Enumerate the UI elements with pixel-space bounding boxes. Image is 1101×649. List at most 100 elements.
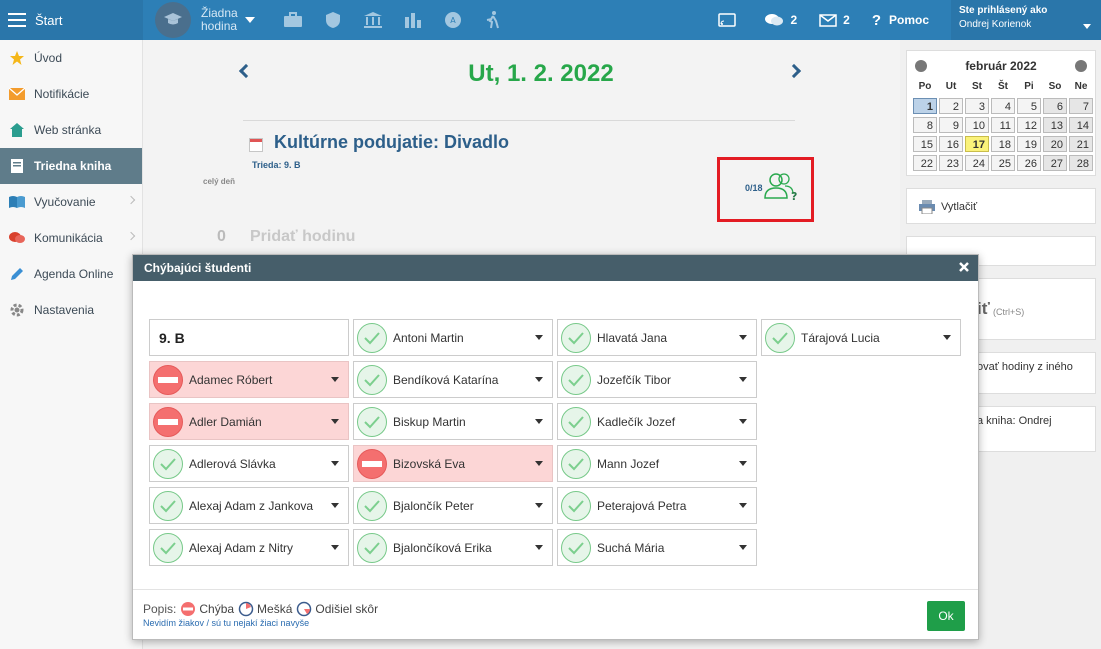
calendar-day[interactable]: 11: [991, 117, 1015, 133]
calendar-day[interactable]: 12: [1017, 117, 1041, 133]
present-check-icon[interactable]: [153, 448, 183, 479]
help-button[interactable]: ? Pomoc: [872, 12, 929, 29]
present-check-icon[interactable]: [357, 364, 387, 395]
present-check-icon[interactable]: [561, 490, 591, 521]
student-cell[interactable]: Bizovská Eva: [353, 445, 553, 482]
user-menu[interactable]: Ste prihlásený ako Ondrej Korienok: [951, 0, 1101, 40]
present-check-icon[interactable]: [357, 406, 387, 437]
absent-icon[interactable]: [153, 364, 183, 395]
calendar-day[interactable]: 10: [965, 117, 989, 133]
student-cell[interactable]: Bjalončík Peter: [353, 487, 553, 524]
present-check-icon[interactable]: [357, 322, 387, 353]
calendar-day[interactable]: 27: [1043, 155, 1067, 171]
bar-chart-icon[interactable]: [393, 0, 433, 40]
calendar-day[interactable]: 28: [1069, 155, 1093, 171]
chevron-down-icon[interactable]: [331, 503, 339, 508]
calendar-day[interactable]: 25: [991, 155, 1015, 171]
calendar-day[interactable]: 26: [1017, 155, 1041, 171]
calendar-day[interactable]: 2: [939, 98, 963, 114]
start-menu-button[interactable]: Štart: [0, 0, 143, 40]
briefcase-icon[interactable]: [273, 0, 313, 40]
student-cell[interactable]: Adlerová Slávka: [149, 445, 349, 482]
sidebar-item-uvod[interactable]: Úvod: [0, 40, 142, 76]
award-icon[interactable]: A: [433, 0, 473, 40]
chevron-down-icon[interactable]: [331, 545, 339, 550]
chevron-down-icon[interactable]: [739, 503, 747, 508]
calendar-day[interactable]: 1: [913, 98, 937, 114]
cast-button[interactable]: [718, 13, 742, 27]
chevron-down-icon[interactable]: [739, 335, 747, 340]
student-cell[interactable]: Adler Damián: [149, 403, 349, 440]
present-check-icon[interactable]: [561, 406, 591, 437]
chevron-down-icon[interactable]: [739, 545, 747, 550]
close-icon[interactable]: [958, 261, 970, 273]
sidebar-item-triedna-kniha[interactable]: Triedna kniha: [0, 148, 142, 184]
calendar-day[interactable]: 21: [1069, 136, 1093, 152]
calendar-day[interactable]: 24: [965, 155, 989, 171]
present-check-icon[interactable]: [357, 490, 387, 521]
next-month-icon[interactable]: [1075, 60, 1087, 72]
shield-icon[interactable]: [313, 0, 353, 40]
student-cell[interactable]: Bjalončíková Erika: [353, 529, 553, 566]
calendar-day[interactable]: 6: [1043, 98, 1067, 114]
student-cell[interactable]: Tárajová Lucia: [761, 319, 961, 356]
calendar-day[interactable]: 19: [1017, 136, 1041, 152]
calendar-day[interactable]: 15: [913, 136, 937, 152]
student-cell[interactable]: Alexaj Adam z Jankova: [149, 487, 349, 524]
chevron-down-icon[interactable]: [535, 503, 543, 508]
calendar-day[interactable]: 9: [939, 117, 963, 133]
chevron-down-icon[interactable]: [245, 17, 255, 23]
sidebar-item-vyucovanie[interactable]: Vyučovanie: [0, 184, 142, 220]
chevron-down-icon[interactable]: [331, 377, 339, 382]
students-mismatch-link[interactable]: Nevidím žiakov / sú tu nejakí žiaci navy…: [143, 618, 309, 628]
student-cell[interactable]: Antoni Martin: [353, 319, 553, 356]
present-check-icon[interactable]: [153, 490, 183, 521]
hamburger-icon[interactable]: [8, 13, 26, 27]
calendar-day[interactable]: 4: [991, 98, 1015, 114]
student-cell[interactable]: Suchá Mária: [557, 529, 757, 566]
event-title[interactable]: Kultúrne podujatie: Divadlo: [274, 132, 509, 153]
calendar-day[interactable]: 8: [913, 117, 937, 133]
calendar-day[interactable]: 3: [965, 98, 989, 114]
hiking-icon[interactable]: [473, 0, 513, 40]
chevron-down-icon[interactable]: [535, 545, 543, 550]
student-cell[interactable]: Mann Jozef: [557, 445, 757, 482]
sidebar-item-agenda-online[interactable]: Agenda Online: [0, 256, 142, 292]
chevron-right-icon[interactable]: [126, 231, 136, 241]
chevron-down-icon[interactable]: [739, 419, 747, 424]
lesson-selector[interactable]: Žiadna hodina: [155, 2, 255, 38]
prev-month-icon[interactable]: [915, 60, 927, 72]
calendar-day[interactable]: 20: [1043, 136, 1067, 152]
student-cell[interactable]: Alexaj Adam z Nitry: [149, 529, 349, 566]
student-cell[interactable]: Biskup Martin: [353, 403, 553, 440]
calendar-day[interactable]: 13: [1043, 117, 1067, 133]
absent-icon[interactable]: [357, 448, 387, 479]
chevron-down-icon[interactable]: [739, 461, 747, 466]
sidebar-item-web-stranka[interactable]: Web stránka: [0, 112, 142, 148]
chevron-down-icon[interactable]: [943, 335, 951, 340]
chevron-down-icon[interactable]: [535, 419, 543, 424]
chevron-down-icon[interactable]: [535, 461, 543, 466]
chevron-down-icon[interactable]: [331, 419, 339, 424]
chevron-down-icon[interactable]: [739, 377, 747, 382]
present-check-icon[interactable]: [765, 322, 795, 353]
print-button[interactable]: Vytlačiť: [906, 188, 1096, 224]
users-question-icon[interactable]: ?: [763, 172, 799, 205]
present-check-icon[interactable]: [357, 532, 387, 563]
student-cell[interactable]: Jozefčík Tibor: [557, 361, 757, 398]
calendar-day[interactable]: 14: [1069, 117, 1093, 133]
messages-button[interactable]: 2: [764, 12, 797, 28]
calendar-day[interactable]: 18: [991, 136, 1015, 152]
calendar-day[interactable]: 22: [913, 155, 937, 171]
chevron-down-icon[interactable]: [1083, 24, 1091, 29]
calendar-day[interactable]: 23: [939, 155, 963, 171]
calendar-day[interactable]: 17: [965, 136, 989, 152]
absent-icon[interactable]: [153, 406, 183, 437]
calendar-day[interactable]: 5: [1017, 98, 1041, 114]
chevron-down-icon[interactable]: [535, 377, 543, 382]
sidebar-item-notifikacie[interactable]: Notifikácie: [0, 76, 142, 112]
add-lesson-link[interactable]: Pridať hodinu: [250, 228, 355, 246]
present-check-icon[interactable]: [153, 532, 183, 563]
sidebar-item-nastavenia[interactable]: Nastavenia: [0, 292, 142, 328]
bank-icon[interactable]: [353, 0, 393, 40]
